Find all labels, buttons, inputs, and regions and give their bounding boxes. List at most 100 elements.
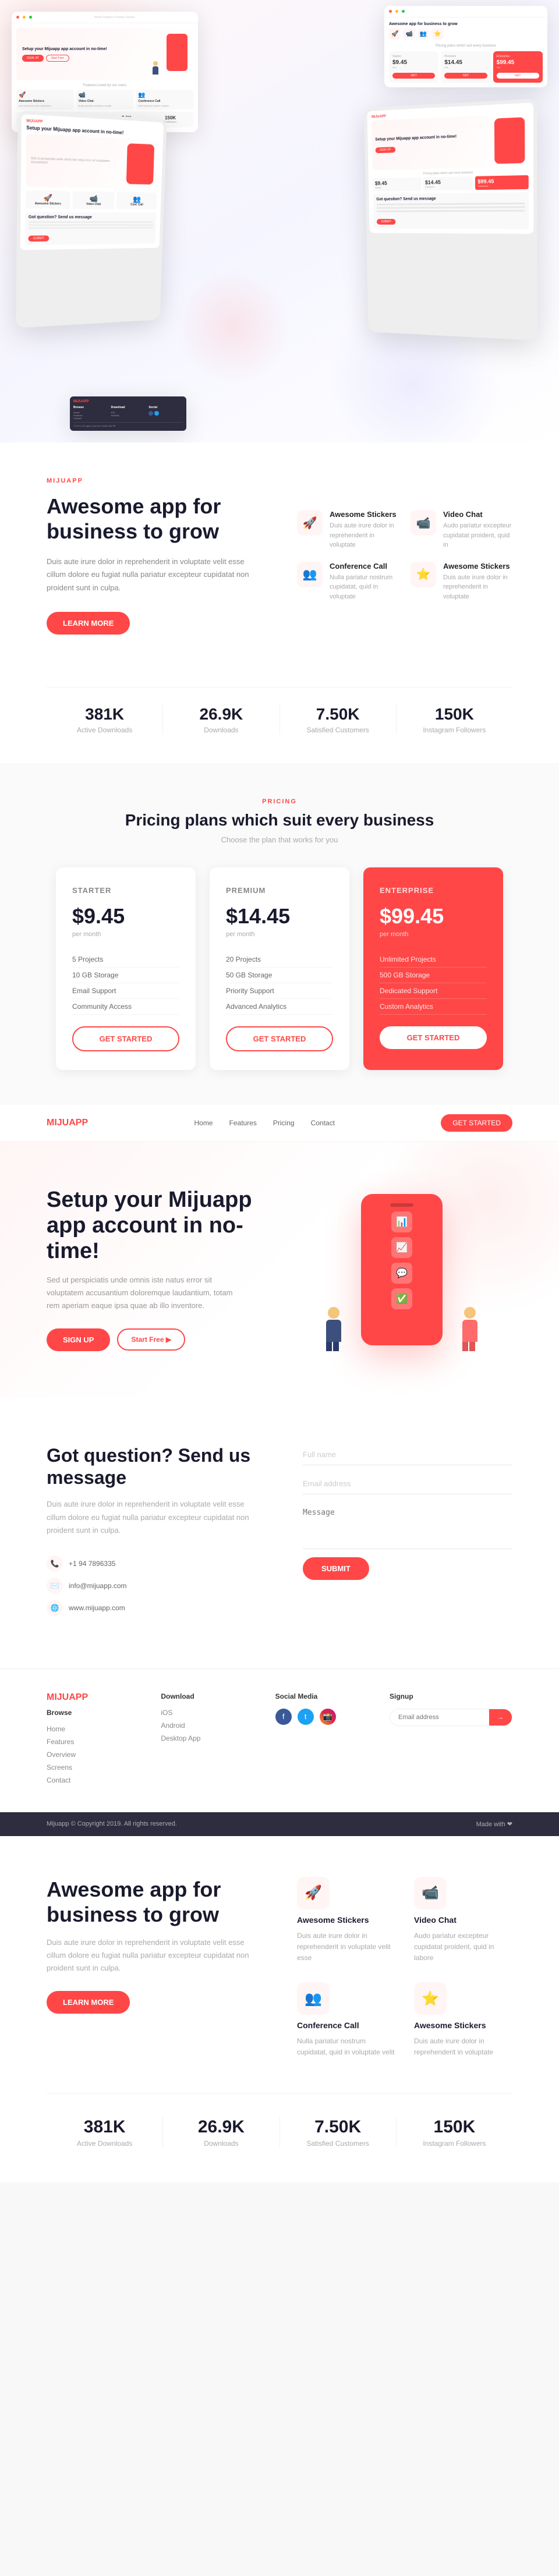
nav-cta-button[interactable]: GET STARTED	[441, 1114, 512, 1132]
final-stat-label-3: Satisfied Customers	[292, 2139, 384, 2148]
pricing-section: PRICING Pricing plans which suit every b…	[0, 763, 559, 1105]
final-cta-button[interactable]: LEARN MORE	[47, 1991, 130, 2014]
footer-link-overview[interactable]: Overview	[47, 1751, 137, 1759]
feature-icon-1: 🚀	[297, 510, 323, 536]
tablet-phone-illus	[126, 144, 154, 185]
hero-website-section: MIJUAPP Home Features Pricing Contact GE…	[0, 1105, 559, 1398]
hero-buttons: SIGN UP Start Free ▶	[47, 1328, 268, 1351]
nav-link-features[interactable]: Features	[229, 1119, 257, 1127]
final-feature-title-2: Video Chat	[414, 1915, 512, 1925]
enterprise-feat-2: 500 GB Storage	[380, 968, 487, 983]
email-icon: ✉️	[47, 1578, 63, 1594]
footer-mock-copy: © 2019. All rights reserved. Made with ❤	[73, 422, 183, 427]
tablet-r-signup[interactable]: SIGN UP	[376, 147, 395, 153]
instagram-icon[interactable]: 📸	[320, 1709, 336, 1725]
tablet-r-contact: Got question? Send us message SUBMIT	[373, 192, 529, 229]
feature-item-2: 📹 Video Chat Audo pariatur excepteur cup…	[411, 510, 512, 550]
final-stat-2: 26.9K Downloads	[163, 2117, 280, 2148]
final-stat-num-3: 7.50K	[292, 2117, 384, 2137]
facebook-icon[interactable]: f	[275, 1709, 292, 1725]
footer-link-features[interactable]: Features	[47, 1738, 137, 1746]
tablet-hero-section: Sed ut perspiciatis unde omnis iste natu…	[26, 134, 159, 189]
stats-row: 381K Active Downloads 26.9K Downloads 7.…	[47, 687, 512, 734]
stat-item-4: 150K Instagram Followers	[397, 705, 512, 734]
premium-feat-3: Priority Support	[226, 983, 333, 999]
feature-desc-2: Audo pariatur excepteur cupidatat proide…	[443, 521, 512, 550]
tablet-contact-title: Got question? Send us message	[29, 215, 154, 219]
tablet-content-left: MIJUAPP Setup your Mijuapp app account i…	[20, 114, 164, 250]
mockup-free-btn[interactable]: Start Free	[46, 55, 69, 62]
tablet-r-submit[interactable]: SUBMIT	[377, 219, 395, 225]
pc3-btn[interactable]: GET	[497, 73, 539, 79]
message-textarea[interactable]	[303, 1503, 512, 1549]
price-cards-row: Starter $9.45 /mo GET Premium $14.45 /mo…	[389, 51, 543, 83]
pc2-btn[interactable]: GET	[444, 73, 487, 79]
final-stats-row: 381K Active Downloads 26.9K Downloads 7.…	[47, 2093, 512, 2148]
fullname-input[interactable]	[303, 1444, 512, 1465]
pc3-period: /mo	[497, 66, 539, 69]
hero-free-button[interactable]: Start Free ▶	[117, 1328, 185, 1351]
mockup-nav-bar: Home Features Pricing Contact	[12, 12, 198, 23]
footer-col-social: Social Media f t 📸	[275, 1692, 366, 1789]
plan-period-starter: per month	[72, 931, 179, 938]
price-mock-icons: 🚀 📹 👥 ⭐	[389, 29, 543, 40]
submit-button[interactable]: SUBMIT	[303, 1557, 369, 1580]
plan-name-premium: Premium	[226, 886, 333, 895]
mockup-showcase: Home Features Pricing Contact Setup your…	[0, 0, 559, 442]
feature-item-4: ⭐ Awesome Stickers Duis aute irure dolor…	[411, 562, 512, 602]
footer-email-input[interactable]	[390, 1709, 489, 1725]
phone-app-icon-4: ✅	[391, 1288, 412, 1309]
pricing-mockup: Awesome app for business to grow 🚀 📹 👥 ⭐…	[384, 6, 547, 87]
feature-icon-4: ⭐	[411, 562, 436, 587]
footer-signup-button[interactable]: →	[489, 1709, 512, 1725]
person-right-leg-2	[469, 1342, 475, 1351]
footer-link-android[interactable]: Android	[161, 1721, 252, 1730]
footer-mock-dl-2: Android	[111, 414, 146, 417]
starter-cta-button[interactable]: GET STARTED	[72, 1026, 179, 1051]
final-section: Awesome app for business to grow Duis au…	[0, 1836, 559, 2182]
final-stat-label-1: Active Downloads	[58, 2139, 151, 2148]
pc2-price: $14.45	[444, 59, 487, 66]
footer-link-contact[interactable]: Contact	[47, 1776, 137, 1784]
final-feature-desc-1: Duis aute irure dolor in reprehenderit i…	[297, 1930, 395, 1964]
footer-link-ios[interactable]: iOS	[161, 1709, 252, 1717]
mockup-signup-btn[interactable]: SIGN UP	[22, 55, 44, 62]
footer-link-screens[interactable]: Screens	[47, 1763, 137, 1771]
plan-price-enterprise: $99.45	[380, 904, 487, 929]
hero-phone-mockup: 📊 📈 💬 ✅	[361, 1194, 443, 1345]
figure-body	[153, 66, 158, 75]
footer-link-home[interactable]: Home	[47, 1725, 137, 1733]
final-icon-3: 👥	[297, 1982, 330, 2015]
enterprise-cta-button[interactable]: GET STARTED	[380, 1026, 487, 1049]
tablet-rpc-1: $9.45 Starter	[373, 178, 421, 192]
final-top-content: Awesome app for business to grow Duis au…	[47, 1877, 512, 2058]
feature-desc-3: Nulla pariatur nostrum cupidatat, quid i…	[330, 573, 399, 602]
person-right-head	[464, 1307, 476, 1319]
tablet-form-line-1	[29, 221, 154, 223]
nav-links-group: Home Features Pricing Contact	[194, 1119, 335, 1127]
twitter-icon[interactable]: t	[298, 1709, 314, 1725]
final-features-grid: 🚀 Awesome Stickers Duis aute irure dolor…	[297, 1877, 512, 2058]
phone-app-icon-2: 📈	[391, 1237, 412, 1258]
mockup-phone-illustration	[153, 34, 187, 75]
mock-nav-links: Home Features Pricing Contact	[94, 16, 135, 19]
nav-dot-red	[16, 16, 19, 19]
nav-link-contact[interactable]: Contact	[311, 1119, 335, 1127]
contact-email-item: ✉️ info@mijuapp.com	[47, 1578, 256, 1594]
tablet-feat-2: 📹 Video Chat	[72, 192, 115, 210]
footer-link-desktop[interactable]: Desktop App	[161, 1734, 252, 1742]
final-left-content: Awesome app for business to grow Duis au…	[47, 1877, 262, 2014]
feature-cta-button[interactable]: LEARN MORE	[47, 612, 130, 635]
nav-link-home[interactable]: Home	[194, 1119, 213, 1127]
nav-link-pricing[interactable]: Pricing	[273, 1119, 295, 1127]
feature-title-1: Awesome Stickers	[330, 510, 399, 519]
pc1-btn[interactable]: GET	[392, 73, 435, 79]
email-input[interactable]	[303, 1473, 512, 1494]
feat-desc-3: Nulla pariatur nostrum cupida	[138, 104, 191, 107]
hero-signup-button[interactable]: SIGN UP	[47, 1328, 110, 1351]
premium-cta-button[interactable]: GET STARTED	[226, 1026, 333, 1051]
tablet-submit-btn[interactable]: SUBMIT	[28, 236, 49, 242]
pc2-name: Premium	[444, 55, 487, 58]
stat-item-3: 7.50K Satisfied Customers	[280, 705, 397, 734]
mockup-hero-inner: Setup your Mijuapp app account in no-tim…	[22, 34, 187, 75]
